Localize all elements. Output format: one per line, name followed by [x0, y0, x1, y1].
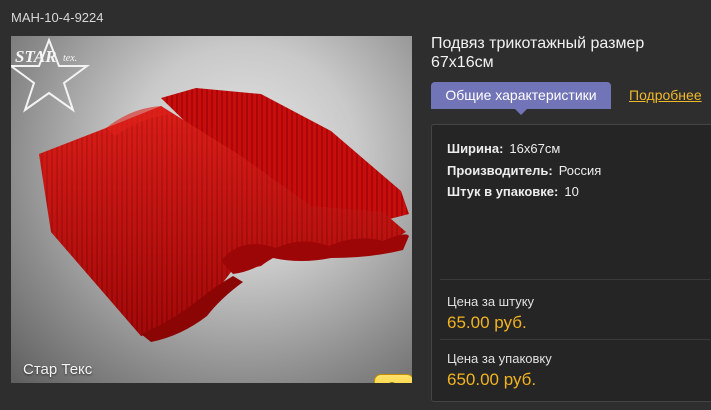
unit-price-label: Цена за штуку: [447, 294, 535, 309]
spec-value: Россия: [558, 163, 602, 178]
tab-general-characteristics[interactable]: Общие характеристики: [431, 82, 611, 115]
magnifier-icon: [389, 382, 395, 383]
spec-label: Штук в упаковке:: [447, 184, 559, 199]
spec-manufacturer: Производитель: Россия: [447, 163, 601, 178]
pack-price-value: 650.00 руб.: [447, 370, 537, 389]
product-title: Подвяз трикотажный размер 67х16см: [431, 35, 645, 71]
spec-label: Производитель:: [447, 163, 553, 178]
spec-value: 10: [564, 184, 579, 199]
product-sku: МАН-10-4-9224: [11, 10, 104, 25]
spec-label: Ширина:: [447, 141, 504, 156]
product-image[interactable]: STAR tex. Стар Текс: [11, 36, 412, 383]
startex-logo: STAR tex.: [11, 37, 91, 113]
svg-text:STAR: STAR: [15, 47, 57, 66]
pack-price-label: Цена за упаковку: [447, 351, 552, 366]
svg-text:tex.: tex.: [63, 53, 77, 64]
spec-value: 16х67см: [509, 141, 561, 156]
unit-price-value: 65.00 руб.: [447, 313, 527, 332]
spec-pack-quantity: Штук в упаковке: 10: [447, 184, 579, 199]
zoom-button[interactable]: [374, 374, 412, 383]
divider: [440, 339, 710, 340]
divider: [440, 279, 710, 280]
logo-caption: Стар Текс: [23, 361, 93, 378]
tab-details-link[interactable]: Подробнее: [629, 87, 702, 103]
spec-width: Ширина: 16х67см: [447, 141, 560, 156]
specs-panel: Ширина: 16х67см Производитель: Россия Штук…: [431, 124, 711, 402]
